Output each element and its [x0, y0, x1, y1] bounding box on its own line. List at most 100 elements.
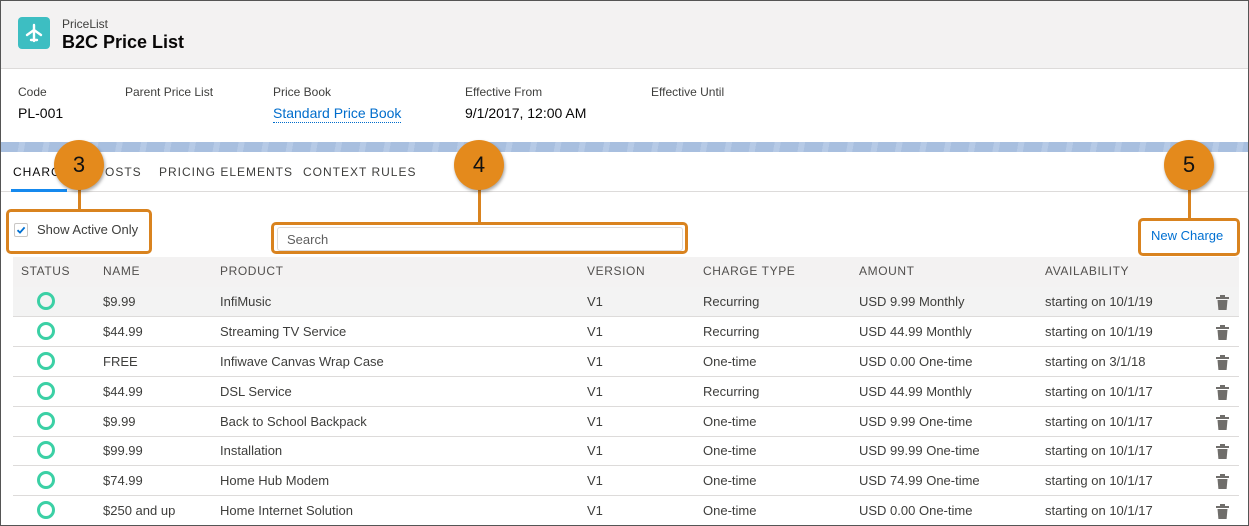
cell-amount: USD 44.99 Monthly — [859, 324, 972, 339]
cell-version: V1 — [587, 354, 603, 369]
active-status-icon — [37, 322, 55, 340]
callout-5-box — [1138, 218, 1240, 256]
trash-icon[interactable] — [1216, 325, 1229, 340]
record-header: PriceList B2C Price List — [1, 1, 1248, 69]
cell-availability: starting on 10/1/19 — [1045, 324, 1153, 339]
field-value: 9/1/2017, 12:00 AM — [465, 105, 587, 121]
trash-icon[interactable] — [1216, 415, 1229, 430]
cell-charge-type: One-time — [703, 354, 757, 369]
cell-version: V1 — [587, 294, 603, 309]
cell-charge-type: One-time — [703, 503, 757, 518]
cell-amount: USD 9.99 Monthly — [859, 294, 965, 309]
callout-4-connector — [478, 187, 481, 223]
active-status-icon — [37, 352, 55, 370]
cell-charge-type: Recurring — [703, 294, 760, 309]
cell-amount: USD 9.99 One-time — [859, 414, 973, 429]
field-effective-until: Effective Until — [651, 85, 724, 105]
active-status-icon — [37, 501, 55, 519]
callout-3-connector — [78, 187, 81, 210]
field-code: Code PL-001 — [18, 85, 63, 121]
price-list-page: PriceList B2C Price List Code PL-001 Par… — [0, 0, 1249, 526]
column-header-name: NAME — [103, 264, 141, 278]
record-title: B2C Price List — [62, 32, 185, 52]
field-price-book: Price Book Standard Price Book — [273, 85, 402, 123]
field-label: Code — [18, 85, 47, 99]
callout-5-badge: 5 — [1164, 140, 1214, 190]
tab-context-rules[interactable]: CONTEXT RULES — [303, 165, 416, 179]
cell-availability: starting on 10/1/17 — [1045, 414, 1153, 429]
field-parent-price-list: Parent Price List — [125, 85, 213, 105]
cell-product: InfiMusic — [220, 294, 272, 309]
cell-product: Back to School Backpack — [220, 414, 367, 429]
table-row[interactable]: $250 and up Home Internet Solution V1 On… — [13, 496, 1239, 525]
field-value: PL-001 — [18, 105, 64, 121]
cell-amount: USD 99.99 One-time — [859, 443, 980, 458]
table-row[interactable]: $44.99 DSL Service V1 Recurring USD 44.9… — [13, 377, 1239, 407]
decorative-band — [1, 142, 1248, 152]
cell-name: $9.99 — [103, 294, 136, 309]
cell-version: V1 — [587, 443, 603, 458]
cell-name: $44.99 — [103, 324, 143, 339]
tab-costs[interactable]: OSTS — [105, 165, 142, 179]
cell-charge-type: One-time — [703, 443, 757, 458]
price-list-icon — [18, 17, 50, 49]
active-status-icon — [37, 471, 55, 489]
cell-version: V1 — [587, 503, 603, 518]
cell-name: $74.99 — [103, 473, 143, 488]
highlights-panel: Code PL-001 Parent Price List Price Book… — [1, 70, 1248, 142]
cell-product: Infiwave Canvas Wrap Case — [220, 354, 384, 369]
trash-icon[interactable] — [1216, 355, 1229, 370]
field-label: Effective From — [465, 85, 543, 99]
cell-product: Home Internet Solution — [220, 503, 353, 518]
cell-product: Streaming TV Service — [220, 324, 347, 339]
cell-availability: starting on 10/1/19 — [1045, 294, 1153, 309]
column-header-status: STATUS — [21, 264, 71, 278]
table-row[interactable]: $9.99 InfiMusic V1 Recurring USD 9.99 Mo… — [13, 287, 1239, 317]
column-header-charge-type: CHARGE TYPE — [703, 264, 796, 278]
cell-name: $250 and up — [103, 503, 176, 518]
cell-availability: starting on 10/1/17 — [1045, 473, 1153, 488]
callout-5-connector — [1188, 187, 1191, 219]
trash-icon[interactable] — [1216, 504, 1229, 519]
column-header-availability: AVAILABILITY — [1045, 264, 1130, 278]
cell-availability: starting on 10/1/17 — [1045, 503, 1153, 518]
active-status-icon — [37, 382, 55, 400]
table-row[interactable]: $74.99 Home Hub Modem V1 One-time USD 74… — [13, 466, 1239, 496]
cell-charge-type: One-time — [703, 473, 757, 488]
table-row[interactable]: $9.99 Back to School Backpack V1 One-tim… — [13, 407, 1239, 437]
cell-charge-type: One-time — [703, 414, 757, 429]
field-effective-from: Effective From 9/1/2017, 12:00 AM — [465, 85, 586, 121]
column-header-version: VERSION — [587, 264, 646, 278]
cell-version: V1 — [587, 384, 603, 399]
cell-name: $9.99 — [103, 414, 136, 429]
active-tab-indicator — [11, 189, 67, 192]
column-header-product: PRODUCT — [220, 264, 284, 278]
trash-icon[interactable] — [1216, 444, 1229, 459]
table-row[interactable]: $44.99 Streaming TV Service V1 Recurring… — [13, 317, 1239, 347]
table-row[interactable]: FREE Infiwave Canvas Wrap Case V1 One-ti… — [13, 347, 1239, 377]
cell-amount: USD 44.99 Monthly — [859, 384, 972, 399]
trash-icon[interactable] — [1216, 295, 1229, 310]
trash-icon[interactable] — [1216, 474, 1229, 489]
price-book-link[interactable]: Standard Price Book — [273, 105, 402, 123]
tab-pricing-elements[interactable]: PRICING ELEMENTS — [159, 165, 293, 179]
cell-name: $44.99 — [103, 384, 143, 399]
field-label: Parent Price List — [125, 85, 214, 99]
cell-availability: starting on 3/1/18 — [1045, 354, 1146, 369]
field-label: Effective Until — [651, 85, 725, 99]
tab-bar: CHARG OSTS PRICING ELEMENTS CONTEXT RULE… — [1, 152, 1248, 192]
cell-charge-type: Recurring — [703, 384, 760, 399]
table-header: STATUS NAME PRODUCT VERSION CHARGE TYPE … — [13, 257, 1239, 287]
cell-version: V1 — [587, 414, 603, 429]
table-row[interactable]: $99.99 Installation V1 One-time USD 99.9… — [13, 436, 1239, 466]
cell-product: Home Hub Modem — [220, 473, 330, 488]
cell-availability: starting on 10/1/17 — [1045, 384, 1153, 399]
cell-name: FREE — [103, 354, 138, 369]
callout-4-box — [271, 222, 688, 254]
trash-icon[interactable] — [1216, 385, 1229, 400]
cell-product: Installation — [220, 443, 283, 458]
column-header-amount: AMOUNT — [859, 264, 915, 278]
callout-4-badge: 4 — [454, 140, 504, 190]
cell-availability: starting on 10/1/17 — [1045, 443, 1153, 458]
cell-amount: USD 74.99 One-time — [859, 473, 980, 488]
